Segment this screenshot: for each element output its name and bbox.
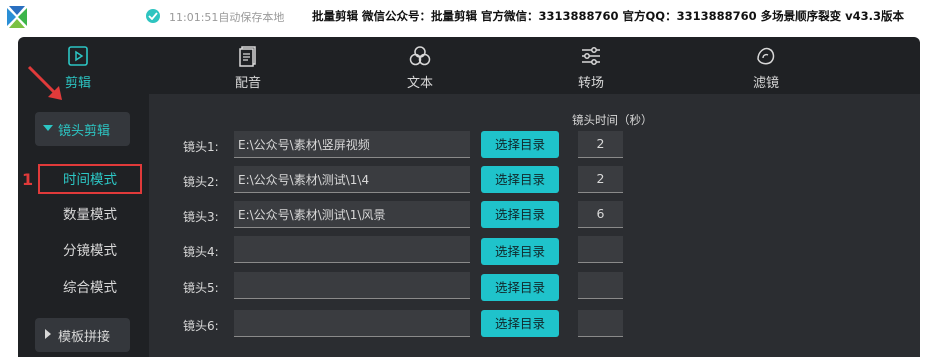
mode-time[interactable]: 时间模式 xyxy=(38,164,142,194)
title-bar: 11:01:51自动保存本地 批量剪辑 微信公众号：批量剪辑 官方微信：3313… xyxy=(0,0,930,34)
choose-folder-button[interactable]: 选择目录 xyxy=(481,166,559,193)
shot-seconds-field[interactable] xyxy=(578,272,623,299)
shot-path-field[interactable]: E:\公众号\素材\测试\1\风景 xyxy=(234,201,470,228)
shot-seconds-field[interactable] xyxy=(578,310,623,337)
shot-label: 镜头5: xyxy=(183,281,219,295)
caret-down-icon xyxy=(43,125,53,131)
sidebar: 镜头剪辑 时间模式 数量模式 分镜模式 综合模式 模板拼接 xyxy=(18,93,146,357)
shot-label: 镜头1: xyxy=(183,140,219,154)
tab-label: 滤镜 xyxy=(752,76,779,91)
shot-seconds-field[interactable] xyxy=(578,236,623,263)
tab-label: 转场 xyxy=(577,76,604,91)
app-logo-icon xyxy=(4,4,30,30)
caret-right-icon xyxy=(45,329,51,339)
choose-folder-button[interactable]: 选择目录 xyxy=(481,310,559,337)
mode-combined[interactable]: 综合模式 xyxy=(38,274,142,304)
play-box-icon xyxy=(66,44,90,68)
shot-path-field[interactable] xyxy=(234,272,470,299)
mode-count[interactable]: 数量模式 xyxy=(38,201,142,231)
shot-label: 镜头3: xyxy=(183,210,219,224)
shot-seconds-field[interactable]: 2 xyxy=(578,131,623,158)
document-icon xyxy=(236,44,260,68)
sliders-icon xyxy=(579,44,603,68)
tab-text[interactable]: 文本 xyxy=(360,37,480,93)
choose-folder-button[interactable]: 选择目录 xyxy=(481,131,559,158)
shot-seconds-field[interactable]: 6 xyxy=(578,201,623,228)
annotation-arrow-icon xyxy=(27,65,62,100)
circles-icon xyxy=(408,44,432,68)
shot-path-field[interactable]: E:\公众号\素材\测试\1\4 xyxy=(234,166,470,193)
top-tabs: 剪辑 配音 文本 转场 滤镜 xyxy=(18,37,920,93)
choose-folder-button[interactable]: 选择目录 xyxy=(481,274,559,301)
tab-label: 文本 xyxy=(406,76,433,91)
group-template-splice[interactable]: 模板拼接 xyxy=(35,318,130,352)
autosave-status: 11:01:51自动保存本地 xyxy=(169,11,285,24)
app-info-text: 批量剪辑 微信公众号：批量剪辑 官方微信：3313888760 官方QQ：331… xyxy=(312,9,904,23)
group-label: 模板拼接 xyxy=(58,330,111,345)
shot-path-field[interactable] xyxy=(234,310,470,337)
choose-folder-button[interactable]: 选择目录 xyxy=(481,201,559,228)
seconds-column-header: 镜头时间（秒） xyxy=(572,113,653,127)
shot-seconds-field[interactable]: 2 xyxy=(578,166,623,193)
shot-label: 镜头4: xyxy=(183,245,219,259)
save-check-icon xyxy=(146,9,160,23)
shot-path-field[interactable]: E:\公众号\素材\竖屏视频 xyxy=(234,131,470,158)
tab-filter[interactable]: 滤镜 xyxy=(706,37,826,93)
group-shot-edit[interactable]: 镜头剪辑 xyxy=(35,112,130,146)
shot-label: 镜头2: xyxy=(183,175,219,189)
choose-folder-button[interactable]: 选择目录 xyxy=(481,238,559,265)
shot-label: 镜头6: xyxy=(183,319,219,333)
group-label: 镜头剪辑 xyxy=(58,124,111,139)
shot-path-field[interactable] xyxy=(234,236,470,263)
tab-label: 配音 xyxy=(234,76,261,91)
main-window: 剪辑 配音 文本 转场 滤镜 镜头剪辑 时间模式 数量模式 分镜模式 综合模式 … xyxy=(18,37,920,357)
tab-transition[interactable]: 转场 xyxy=(531,37,651,93)
filter-icon xyxy=(754,44,778,68)
tab-dubbing[interactable]: 配音 xyxy=(188,37,308,93)
annotation-number: 1 xyxy=(22,170,34,189)
mode-storyboard[interactable]: 分镜模式 xyxy=(38,237,142,267)
